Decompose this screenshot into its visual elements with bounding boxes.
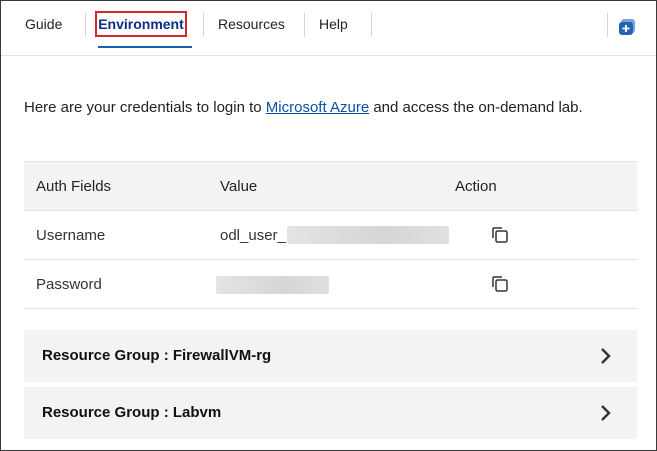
password-label: Password (36, 276, 102, 293)
username-label: Username (36, 227, 106, 244)
table-row-username: Username odl_user_ (24, 211, 637, 260)
table-row-password: Password (24, 260, 637, 309)
column-header-auth-fields: Auth Fields (36, 178, 112, 195)
chevron-right-icon (601, 405, 611, 421)
redacted-username (287, 226, 449, 244)
table-header: Auth Fields Value Action (24, 161, 637, 211)
redacted-password (216, 276, 329, 294)
column-header-action: Action (455, 178, 497, 195)
azure-portal-link[interactable]: Microsoft Azure (266, 99, 369, 116)
resource-group-accordion[interactable]: Resource Group : FirewallVM-rg (24, 330, 637, 382)
cloud-lab-icon[interactable] (618, 18, 636, 36)
resource-group-accordion[interactable]: Resource Group : Labvm (24, 387, 637, 439)
tab-resources[interactable]: Resources (218, 14, 285, 36)
tab-divider (607, 13, 608, 37)
resource-group-title: Resource Group : FirewallVM-rg (42, 347, 272, 364)
tab-guide[interactable]: Guide (25, 14, 62, 36)
tab-divider (304, 13, 305, 37)
copy-password-icon[interactable] (491, 275, 509, 293)
active-tab-indicator (98, 46, 192, 48)
tab-divider (85, 13, 86, 37)
intro-text: Here are your credentials to login to (24, 99, 266, 116)
column-header-value: Value (220, 178, 258, 195)
credentials-table: Auth Fields Value Action Username odl_us… (24, 161, 637, 309)
tab-divider (203, 13, 204, 37)
username-value: odl_user_ (220, 227, 286, 244)
tab-environment[interactable]: Environment (95, 11, 187, 37)
chevron-right-icon (601, 348, 611, 364)
copy-username-icon[interactable] (491, 226, 509, 244)
intro-text-end: and access the on-demand lab. (369, 99, 583, 116)
tab-bar: Guide Environment Resources Help (1, 1, 656, 56)
credentials-intro: Here are your credentials to login to Mi… (24, 99, 583, 116)
tab-help[interactable]: Help (319, 14, 348, 36)
resource-group-title: Resource Group : Labvm (42, 404, 222, 421)
tab-divider (371, 13, 372, 37)
lab-panel: Guide Environment Resources Help Here ar… (0, 0, 657, 451)
